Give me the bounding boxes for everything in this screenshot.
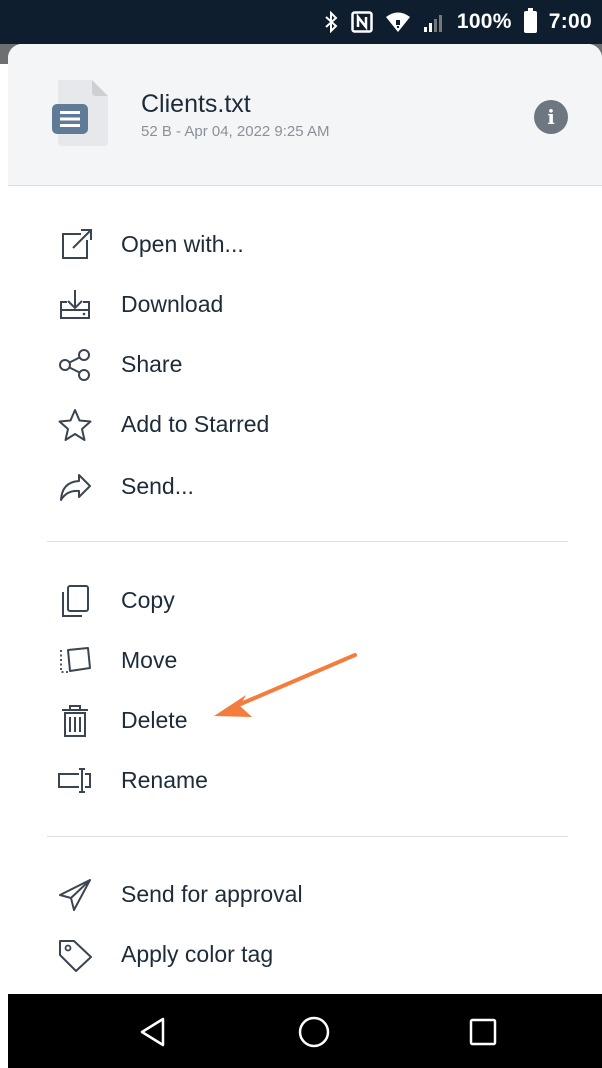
menu-item-label: Rename: [121, 766, 208, 793]
menu-item-delete[interactable]: Delete: [8, 692, 602, 748]
file-header: Clients.txt 52 B - Apr 04, 2022 9:25 AM …: [8, 44, 602, 186]
menu-item-copy[interactable]: Copy: [8, 572, 602, 628]
rename-icon: [57, 764, 93, 798]
menu-item-apply-color-tag[interactable]: Apply color tag: [8, 926, 602, 982]
copy-icon: [57, 584, 93, 618]
signal-icon: [423, 11, 445, 33]
back-icon[interactable]: [132, 1012, 172, 1052]
file-actions-sheet: Clients.txt 52 B - Apr 04, 2022 9:25 AM …: [8, 44, 602, 994]
menu-item-label: Copy: [121, 586, 175, 613]
send-arrow-icon: [57, 470, 93, 504]
menu-item-label: Download: [121, 290, 224, 317]
wifi-icon: [385, 11, 411, 33]
tag-icon: [57, 938, 93, 972]
divider: [47, 836, 568, 837]
nfc-icon: [351, 11, 373, 33]
divider: [47, 541, 568, 542]
menu-item-label: Add to Starred: [121, 410, 270, 437]
move-icon: [57, 644, 93, 678]
open-external-icon: [57, 228, 93, 262]
menu-item-label: Apply color tag: [121, 940, 274, 967]
info-button[interactable]: i: [534, 100, 568, 134]
file-name: Clients.txt: [141, 90, 251, 118]
info-icon: i: [547, 105, 555, 129]
text-file-icon: [52, 80, 108, 146]
trash-icon: [57, 704, 93, 738]
menu-item-label: Open with...: [121, 230, 244, 257]
download-icon: [57, 288, 93, 322]
battery-icon: [523, 8, 537, 33]
bluetooth-icon: [323, 11, 339, 33]
share-icon: [57, 348, 93, 382]
menu-item-move[interactable]: Move: [8, 632, 602, 688]
recents-icon[interactable]: [463, 1012, 503, 1052]
navigation-bar: [8, 994, 602, 1068]
menu-item-rename[interactable]: Rename: [8, 752, 602, 808]
menu-item-label: Delete: [121, 706, 188, 733]
menu-item-open-with[interactable]: Open with...: [8, 216, 602, 272]
clock: 7:00: [548, 10, 592, 33]
menu-item-label: Share: [121, 350, 183, 377]
star-icon: [57, 408, 93, 442]
menu-item-label: Send...: [121, 472, 194, 499]
paper-plane-icon: [57, 878, 93, 912]
file-meta: 52 B - Apr 04, 2022 9:25 AM: [141, 123, 330, 140]
menu-item-download[interactable]: Download: [8, 276, 602, 332]
menu-item-share[interactable]: Share: [8, 336, 602, 392]
menu-item-label: Move: [121, 646, 178, 673]
home-icon[interactable]: [294, 1012, 334, 1052]
menu-item-send[interactable]: Send...: [8, 458, 602, 514]
battery-percent: 100%: [456, 10, 512, 33]
menu-item-send-for-approval[interactable]: Send for approval: [8, 866, 602, 922]
menu-item-label: Send for approval: [121, 880, 303, 907]
status-bar: 100% 7:00: [0, 0, 602, 44]
menu-item-add-to-starred[interactable]: Add to Starred: [8, 396, 602, 452]
